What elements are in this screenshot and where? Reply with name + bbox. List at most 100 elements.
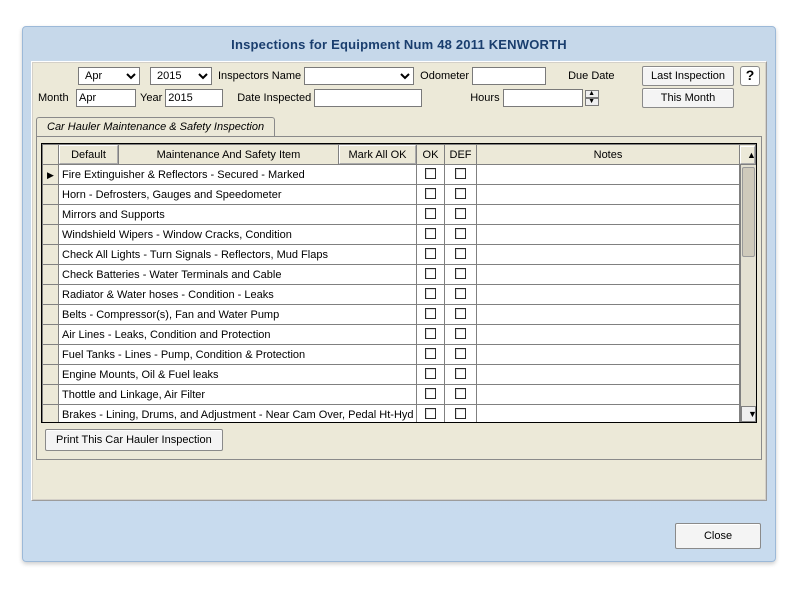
row-selector[interactable] [43,305,59,325]
grid-scrollbar[interactable]: ▼ [740,165,756,422]
month-dropdown[interactable]: Apr [78,67,140,85]
ok-cell[interactable] [417,365,445,385]
date-inspected-input[interactable] [314,89,422,107]
def-cell[interactable] [445,185,477,205]
ok-cell[interactable] [417,385,445,405]
ok-cell[interactable] [417,405,445,424]
checkbox-icon[interactable] [455,228,466,239]
ok-cell[interactable] [417,265,445,285]
table-row[interactable]: Radiator & Water hoses - Condition - Lea… [43,285,756,305]
notes-cell[interactable] [477,165,740,185]
hours-input[interactable] [503,89,583,107]
scroll-up-button[interactable]: ▲ [740,146,755,164]
hours-stepper[interactable]: ▲ ▼ [585,90,599,106]
print-inspection-button[interactable]: Print This Car Hauler Inspection [45,429,223,451]
year-input[interactable] [165,89,223,107]
checkbox-icon[interactable] [425,328,436,339]
checkbox-icon[interactable] [455,368,466,379]
checkbox-icon[interactable] [425,188,436,199]
table-row[interactable]: Brakes - Lining, Drums, and Adjustment -… [43,405,756,424]
checkbox-icon[interactable] [455,328,466,339]
notes-cell[interactable] [477,345,740,365]
this-month-button[interactable]: This Month [642,88,734,108]
checkbox-icon[interactable] [425,388,436,399]
checkbox-icon[interactable] [425,308,436,319]
checkbox-icon[interactable] [425,168,436,179]
row-selector[interactable] [43,205,59,225]
row-selector[interactable] [43,265,59,285]
row-selector[interactable] [43,245,59,265]
checkbox-icon[interactable] [455,388,466,399]
scroll-track[interactable] [741,165,756,406]
ok-cell[interactable] [417,185,445,205]
table-row[interactable]: Thottle and Linkage, Air Filter [43,385,756,405]
row-selector[interactable] [43,185,59,205]
close-button[interactable]: Close [675,523,761,549]
notes-cell[interactable] [477,285,740,305]
checkbox-icon[interactable] [455,168,466,179]
row-selector[interactable] [43,225,59,245]
help-icon[interactable]: ? [740,66,760,86]
default-button[interactable]: Default [59,145,118,164]
checkbox-icon[interactable] [455,208,466,219]
table-row[interactable]: Check Batteries - Water Terminals and Ca… [43,265,756,285]
notes-cell[interactable] [477,205,740,225]
checkbox-icon[interactable] [455,248,466,259]
checkbox-icon[interactable] [455,408,466,419]
def-cell[interactable] [445,205,477,225]
notes-cell[interactable] [477,185,740,205]
def-cell[interactable] [445,345,477,365]
notes-cell[interactable] [477,305,740,325]
checkbox-icon[interactable] [425,268,436,279]
row-selector[interactable] [43,325,59,345]
table-row[interactable]: Mirrors and Supports [43,205,756,225]
notes-cell[interactable] [477,405,740,424]
ok-cell[interactable] [417,205,445,225]
row-selector[interactable] [43,285,59,305]
checkbox-icon[interactable] [455,268,466,279]
checkbox-icon[interactable] [425,288,436,299]
def-cell[interactable] [445,305,477,325]
def-cell[interactable] [445,325,477,345]
row-selector[interactable] [43,405,59,424]
notes-cell[interactable] [477,365,740,385]
table-row[interactable]: Fire Extinguisher & Reflectors - Secured… [43,165,756,185]
table-row[interactable]: Horn - Defrosters, Gauges and Speedomete… [43,185,756,205]
notes-cell[interactable] [477,225,740,245]
table-row[interactable]: Air Lines - Leaks, Condition and Protect… [43,325,756,345]
def-cell[interactable] [445,225,477,245]
checkbox-icon[interactable] [455,348,466,359]
row-selector[interactable] [43,365,59,385]
checkbox-icon[interactable] [455,188,466,199]
def-cell[interactable] [445,245,477,265]
table-row[interactable]: Fuel Tanks - Lines - Pump, Condition & P… [43,345,756,365]
def-cell[interactable] [445,265,477,285]
checkbox-icon[interactable] [425,248,436,259]
table-row[interactable]: Belts - Compressor(s), Fan and Water Pum… [43,305,756,325]
last-inspection-button[interactable]: Last Inspection [642,66,734,86]
def-cell[interactable] [445,165,477,185]
def-cell[interactable] [445,405,477,424]
notes-cell[interactable] [477,245,740,265]
checkbox-icon[interactable] [425,408,436,419]
table-row[interactable]: Check All Lights - Turn Signals - Reflec… [43,245,756,265]
checkbox-icon[interactable] [425,368,436,379]
ok-cell[interactable] [417,165,445,185]
ok-cell[interactable] [417,345,445,365]
hours-step-up[interactable]: ▲ [585,90,599,98]
def-cell[interactable] [445,365,477,385]
scroll-thumb[interactable] [742,167,755,257]
month-input[interactable] [76,89,136,107]
checkbox-icon[interactable] [455,288,466,299]
table-row[interactable]: Engine Mounts, Oil & Fuel leaks [43,365,756,385]
notes-cell[interactable] [477,265,740,285]
scroll-down-button[interactable]: ▼ [741,406,756,422]
ok-cell[interactable] [417,245,445,265]
tab-car-hauler-inspection[interactable]: Car Hauler Maintenance & Safety Inspecti… [36,117,275,137]
odometer-input[interactable] [472,67,546,85]
notes-cell[interactable] [477,385,740,405]
checkbox-icon[interactable] [425,348,436,359]
table-row[interactable]: Windshield Wipers - Window Cracks, Condi… [43,225,756,245]
notes-cell[interactable] [477,325,740,345]
row-selector[interactable] [43,165,59,185]
